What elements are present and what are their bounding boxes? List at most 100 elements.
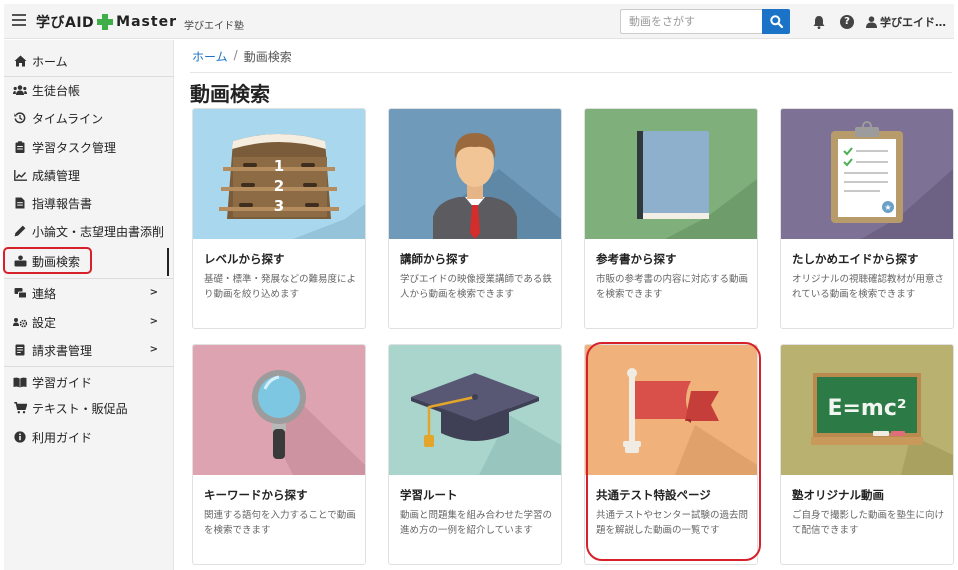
chevron-right-icon: >: [149, 316, 158, 327]
info-icon: [13, 430, 27, 444]
card-title: 参考書から探す: [596, 252, 677, 266]
sidebar-item-label: 学習タスク管理: [32, 140, 117, 155]
card-teacher-search[interactable]: 講師から探す 学びエイドの映像授業講師である鉄人から動画を検索できます: [388, 108, 562, 329]
breadcrumb-divider: [190, 72, 952, 73]
users-icon: [13, 83, 27, 97]
sidebar-active-indicator: [167, 248, 169, 276]
sidebar-item-reports[interactable]: 指導報告書: [4, 190, 174, 216]
chalkboard-text: E=mc²: [827, 396, 906, 421]
sidebar-item-timeline[interactable]: タイムライン: [4, 105, 174, 131]
sidebar-item-label: テキスト・販促品: [32, 401, 128, 416]
level-number-3: 3: [274, 197, 284, 215]
page-title: 動画検索: [190, 82, 270, 106]
search-icon: [769, 15, 783, 28]
clipboard-icon: [13, 140, 27, 154]
history-icon: [13, 111, 27, 125]
hamburger-menu-icon[interactable]: [12, 14, 26, 26]
breadcrumb-home-link[interactable]: ホーム: [192, 48, 228, 65]
brand-right-text: Master: [116, 14, 177, 30]
sidebar-item-home[interactable]: ホーム: [4, 48, 174, 74]
sidebar-item-label: 成績管理: [32, 168, 81, 183]
card-title: 学習ルート: [400, 488, 458, 502]
user-name: 学びエイド…: [880, 16, 946, 29]
clipboard-illustration: ★: [781, 109, 953, 239]
card-common-test[interactable]: 共通テスト特設ページ 共通テストやセンター試験の過去問題を解説した動画の一覧です: [584, 344, 758, 565]
settings-icon: [13, 315, 27, 329]
chevron-right-icon: >: [149, 287, 158, 298]
top-icons: ? 学びエイド…: [812, 13, 946, 31]
teacher-illustration: [389, 109, 561, 239]
svg-text:★: ★: [884, 203, 891, 212]
card-reference-book-search[interactable]: 参考書から探す 市販の参考書の内容に対応する動画を検索できます: [584, 108, 758, 329]
invoice-icon: [13, 343, 27, 357]
breadcrumb-separator: /: [233, 48, 238, 62]
sidebar-item-students[interactable]: 生徒台帳: [4, 77, 174, 103]
sidebar-item-invoices[interactable]: 請求書管理 >: [4, 337, 174, 363]
sidebar-item-label: 連絡: [32, 286, 57, 301]
sidebar-item-study-guide[interactable]: 学習ガイド: [4, 369, 174, 395]
message-icon: [13, 286, 27, 300]
sidebar: ホーム 生徒台帳 タイムライン 学習タスク管理 成績管理 指導報告書 小論文・志…: [4, 40, 174, 570]
brand-subtitle: 学びエイド塾: [183, 20, 244, 32]
sidebar-divider: [4, 278, 174, 279]
user-icon: [866, 16, 877, 28]
card-title: 共通テスト特設ページ: [596, 488, 711, 502]
sidebar-item-label: 指導報告書: [32, 196, 93, 211]
sidebar-item-essay[interactable]: 小論文・志望理由書添削: [4, 218, 174, 244]
card-juku-original[interactable]: E=mc² 塾オリジナル動画 ご自身で撮影した動画を塾生に向けて配信できます: [780, 344, 954, 565]
graduation-cap-illustration: [389, 345, 561, 475]
card-description: 市販の参考書の内容に対応する動画を検索できます: [596, 274, 749, 300]
card-description: 学びエイドの映像授業講師である鉄人から動画を検索できます: [400, 274, 552, 300]
sidebar-divider: [4, 366, 174, 367]
book-icon: [13, 375, 27, 389]
card-keyword-search[interactable]: キーワードから探す 関連する語句を入力することで動画を検索できます: [192, 344, 366, 565]
sidebar-item-label: 生徒台帳: [32, 83, 81, 98]
cart-icon: [13, 401, 27, 415]
sidebar-item-contact[interactable]: 連絡 >: [4, 280, 174, 306]
sidebar-item-label: タイムライン: [32, 111, 104, 126]
level-number-1: 1: [274, 157, 284, 175]
card-title: 塾オリジナル動画: [792, 488, 884, 502]
chalkboard-illustration: E=mc²: [781, 345, 953, 475]
home-icon: [13, 54, 27, 68]
card-learning-route[interactable]: 学習ルート 動画と問題集を組み合わせた学習の進め方の一例を紹介しています: [388, 344, 562, 565]
notification-bell-icon[interactable]: [812, 14, 826, 30]
search-bar: [620, 9, 790, 34]
card-description: 関連する語句を入力することで動画を検索できます: [204, 510, 356, 536]
breadcrumb: ホーム / 動画検索: [192, 48, 292, 65]
card-level-search[interactable]: 1 2 3 レベルから探す 基礎・標準・発展などの難易度により動画を絞り込めます: [192, 108, 366, 329]
pen-icon: [13, 224, 27, 238]
breadcrumb-current: 動画検索: [243, 50, 292, 64]
search-input[interactable]: [620, 9, 762, 34]
card-description: ご自身で撮影した動画を塾生に向けて配信できます: [792, 510, 945, 536]
sidebar-item-label: 設定: [32, 315, 57, 330]
card-tashikame-search[interactable]: ★ たしかめエイドから探す オリジナルの視聴確認教材が用意されている動画を検索で…: [780, 108, 954, 329]
brand-logo[interactable]: 学びAID Master 学びエイド塾: [36, 12, 244, 32]
sidebar-item-tasks[interactable]: 学習タスク管理: [4, 134, 174, 160]
magnifier-illustration: [193, 345, 365, 475]
user-menu[interactable]: 学びエイド…: [866, 14, 946, 30]
card-title: 講師から探す: [400, 252, 469, 266]
card-description: 共通テストやセンター試験の過去問題を解説した動画の一覧です: [596, 510, 749, 536]
chevron-right-icon: >: [149, 344, 158, 355]
sidebar-item-grades[interactable]: 成績管理: [4, 162, 174, 188]
card-title: キーワードから探す: [204, 488, 308, 502]
file-icon: [13, 196, 27, 210]
sidebar-item-settings[interactable]: 設定 >: [4, 309, 174, 335]
flag-illustration: [585, 345, 757, 475]
level-illustration: 1 2 3: [193, 109, 365, 239]
brand-cross-icon: [97, 14, 114, 30]
card-description: オリジナルの視聴確認教材が用意されている動画を検索できます: [792, 274, 945, 300]
sidebar-item-label: 小論文・志望理由書添削: [32, 224, 165, 239]
sidebar-item-text-products[interactable]: テキスト・販促品: [4, 395, 174, 421]
sidebar-item-usage-guide[interactable]: 利用ガイド: [4, 424, 174, 450]
card-description: 基礎・標準・発展などの難易度により動画を絞り込めます: [204, 274, 357, 300]
sidebar-highlight-annotation: [3, 247, 92, 274]
help-icon[interactable]: ?: [840, 15, 854, 29]
brand-left-text: 学びAID: [36, 15, 95, 31]
chart-icon: [13, 168, 27, 182]
book-illustration: [585, 109, 757, 239]
card-description: 動画と問題集を組み合わせた学習の進め方の一例を紹介しています: [400, 510, 553, 536]
sidebar-item-label: 請求書管理: [32, 343, 93, 358]
search-button[interactable]: [762, 9, 790, 34]
